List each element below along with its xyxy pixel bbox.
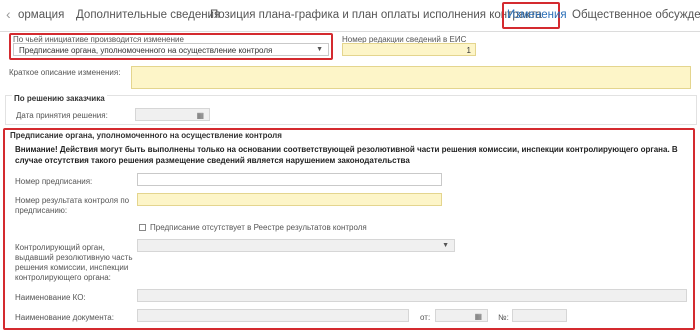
calendar-icon[interactable]: ▦	[196, 111, 204, 120]
document-number-input[interactable]	[512, 309, 567, 322]
tab-additional-info[interactable]: Дополнительные сведения	[76, 9, 220, 21]
tab-plan-position[interactable]: Позиция плана-графика и план оплаты испо…	[210, 9, 542, 21]
control-body-select[interactable]: ▼	[137, 239, 455, 252]
document-date-label: от:	[420, 313, 431, 322]
control-result-label-line2: предписанию:	[15, 206, 68, 215]
control-body-label-line3: решения комиссии, инспекции	[15, 263, 129, 272]
control-body-label-line4: контролирующего органа:	[15, 273, 111, 282]
ko-name-input[interactable]	[137, 289, 687, 302]
ko-name-label: Наименование КО:	[15, 293, 86, 302]
decision-date-input[interactable]: ▦	[135, 108, 210, 121]
control-body-label-line2: выдавший резолютивную часть	[15, 253, 133, 262]
initiative-select[interactable]: Предписание органа, уполномоченного на о…	[13, 43, 329, 56]
prescription-title: Предписание органа, уполномоченного на о…	[10, 131, 282, 140]
document-name-label: Наименование документа:	[15, 313, 114, 322]
tab-information[interactable]: ормация	[18, 9, 64, 21]
short-description-label: Краткое описание изменения:	[9, 68, 121, 77]
tab-changes[interactable]: Изменения	[507, 9, 567, 21]
chevron-down-icon: ▼	[316, 46, 323, 53]
tab-bar: ‹ ормация Дополнительные сведения Позици…	[0, 0, 700, 32]
document-name-input[interactable]	[137, 309, 409, 322]
initiative-select-value: Предписание органа, уполномоченного на о…	[19, 46, 273, 55]
tab-public-discussion[interactable]: Общественное обсуждение	[572, 9, 700, 21]
control-body-label-line1: Контролирующий орган,	[15, 243, 105, 252]
chevron-down-icon: ▼	[442, 242, 449, 249]
customer-decision-title: По решению заказчика	[12, 94, 107, 103]
calendar-icon[interactable]: ▦	[474, 312, 482, 321]
document-number-label: №:	[498, 313, 509, 322]
revision-value: 1	[466, 46, 471, 55]
revision-field[interactable]: 1	[342, 43, 476, 56]
absent-in-registry-label: Предписание отсутствует в Реестре резуль…	[150, 223, 367, 232]
chevron-left-icon[interactable]: ‹	[6, 6, 11, 22]
control-result-label-line1: Номер результата контроля по	[15, 196, 130, 205]
prescription-warning: Внимание! Действия могут быть выполнены …	[15, 145, 678, 165]
short-description-field[interactable]	[131, 66, 691, 89]
control-result-number-input[interactable]	[137, 193, 442, 206]
customer-decision-section	[5, 95, 697, 125]
prescription-number-input[interactable]	[137, 173, 442, 186]
decision-date-label: Дата принятия решения:	[16, 111, 108, 120]
prescription-number-label: Номер предписания:	[15, 177, 93, 186]
document-date-input[interactable]: ▦	[435, 309, 488, 322]
absent-in-registry-checkbox[interactable]	[139, 224, 146, 231]
